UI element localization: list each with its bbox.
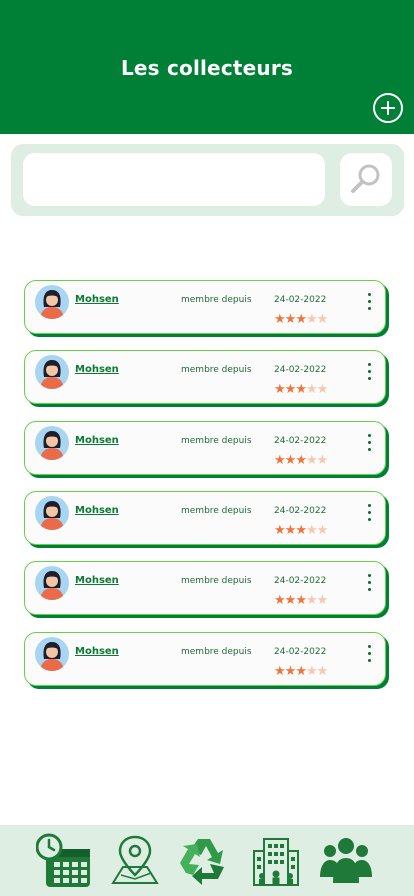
star-filled-icon: ★ xyxy=(284,523,297,538)
more-options-icon[interactable] xyxy=(362,502,378,524)
user-avatar-icon xyxy=(40,642,64,671)
star-filled-icon: ★ xyxy=(295,312,307,327)
star-filled-icon: ★ xyxy=(274,593,286,608)
star-filled-icon: ★ xyxy=(274,523,286,538)
member-date: 24-02-2022 xyxy=(274,647,327,657)
star-filled-icon: ★ xyxy=(295,453,307,468)
nav-map[interactable] xyxy=(107,833,163,889)
more-options-icon[interactable] xyxy=(362,291,378,313)
star-filled-icon: ★ xyxy=(295,664,307,679)
calendar-clock-icon xyxy=(35,833,90,887)
building-icon xyxy=(253,838,299,886)
member-date: 24-02-2022 xyxy=(274,295,327,305)
nav-buildings[interactable] xyxy=(248,833,304,889)
star-empty-icon: ★ xyxy=(316,312,329,327)
member-since-label: membre depuis xyxy=(181,506,252,516)
collector-card[interactable]: Mohsen membre depuis 24-02-2022 ★★★★★ xyxy=(24,350,386,404)
member-date: 24-02-2022 xyxy=(274,365,327,375)
collector-name[interactable]: Mohsen xyxy=(75,646,119,657)
search-input[interactable] xyxy=(23,153,325,206)
rating-stars: ★★★★★ xyxy=(274,593,329,608)
bottom-nav xyxy=(0,825,414,896)
star-filled-icon: ★ xyxy=(295,523,307,538)
more-options-icon[interactable] xyxy=(362,432,378,454)
rating-stars: ★★★★★ xyxy=(274,312,329,327)
avatar xyxy=(35,496,69,530)
member-date: 24-02-2022 xyxy=(274,436,327,446)
search-bar xyxy=(11,144,404,216)
user-avatar-icon xyxy=(40,290,64,319)
star-empty-icon: ★ xyxy=(305,453,318,468)
member-since-label: membre depuis xyxy=(181,295,252,305)
more-options-icon[interactable] xyxy=(362,572,378,594)
collector-card[interactable]: Mohsen membre depuis 24-02-2022 ★★★★★ xyxy=(24,491,386,545)
star-filled-icon: ★ xyxy=(295,593,307,608)
collector-name[interactable]: Mohsen xyxy=(75,435,119,446)
star-empty-icon: ★ xyxy=(316,523,329,538)
star-empty-icon: ★ xyxy=(316,453,329,468)
collector-card[interactable]: Mohsen membre depuis 24-02-2022 ★★★★★ xyxy=(24,280,386,334)
star-filled-icon: ★ xyxy=(274,382,286,397)
member-since-label: membre depuis xyxy=(181,647,252,657)
people-icon xyxy=(320,838,372,883)
star-filled-icon: ★ xyxy=(284,453,297,468)
star-empty-icon: ★ xyxy=(305,664,318,679)
more-options-icon[interactable] xyxy=(362,643,378,665)
member-since-label: membre depuis xyxy=(181,365,252,375)
star-filled-icon: ★ xyxy=(284,382,297,397)
star-filled-icon: ★ xyxy=(274,312,286,327)
collector-name[interactable]: Mohsen xyxy=(75,294,119,305)
star-filled-icon: ★ xyxy=(295,382,307,397)
star-empty-icon: ★ xyxy=(316,593,329,608)
star-empty-icon: ★ xyxy=(305,382,318,397)
member-since-label: membre depuis xyxy=(181,576,252,586)
star-filled-icon: ★ xyxy=(274,453,286,468)
search-button[interactable] xyxy=(340,153,392,206)
member-since-label: membre depuis xyxy=(181,436,252,446)
rating-stars: ★★★★★ xyxy=(274,523,329,538)
rating-stars: ★★★★★ xyxy=(274,382,329,397)
star-filled-icon: ★ xyxy=(284,312,297,327)
star-empty-icon: ★ xyxy=(305,523,318,538)
rating-stars: ★★★★★ xyxy=(274,453,329,468)
nav-people[interactable] xyxy=(318,833,374,889)
user-avatar-icon xyxy=(40,501,64,530)
page-title: Les collecteurs xyxy=(120,56,294,80)
map-pin-icon xyxy=(111,835,159,884)
collector-card[interactable]: Mohsen membre depuis 24-02-2022 ★★★★★ xyxy=(24,632,386,686)
star-filled-icon: ★ xyxy=(274,664,286,679)
user-avatar-icon xyxy=(40,360,64,389)
user-avatar-icon xyxy=(40,571,64,600)
collector-name[interactable]: Mohsen xyxy=(75,575,119,586)
member-date: 24-02-2022 xyxy=(274,506,327,516)
avatar xyxy=(35,637,69,671)
star-filled-icon: ★ xyxy=(284,664,297,679)
collector-card[interactable]: Mohsen membre depuis 24-02-2022 ★★★★★ xyxy=(24,561,386,615)
avatar xyxy=(35,566,69,600)
star-empty-icon: ★ xyxy=(305,312,318,327)
star-empty-icon: ★ xyxy=(316,382,329,397)
avatar xyxy=(35,426,69,460)
search-icon xyxy=(351,164,380,193)
add-collector-button[interactable] xyxy=(373,93,403,123)
recycle-icon xyxy=(180,839,224,885)
collector-name[interactable]: Mohsen xyxy=(75,364,119,375)
avatar xyxy=(35,285,69,319)
rating-stars: ★★★★★ xyxy=(274,664,329,679)
nav-calendar[interactable] xyxy=(35,833,92,889)
nav-recycle[interactable] xyxy=(176,833,232,889)
app-header: Les collecteurs xyxy=(0,0,414,134)
star-empty-icon: ★ xyxy=(316,664,329,679)
member-date: 24-02-2022 xyxy=(274,576,327,586)
avatar xyxy=(35,355,69,389)
collector-card[interactable]: Mohsen membre depuis 24-02-2022 ★★★★★ xyxy=(24,421,386,475)
collector-name[interactable]: Mohsen xyxy=(75,505,119,516)
more-options-icon[interactable] xyxy=(362,361,378,383)
star-filled-icon: ★ xyxy=(284,593,297,608)
user-avatar-icon xyxy=(40,431,64,460)
star-empty-icon: ★ xyxy=(305,593,318,608)
